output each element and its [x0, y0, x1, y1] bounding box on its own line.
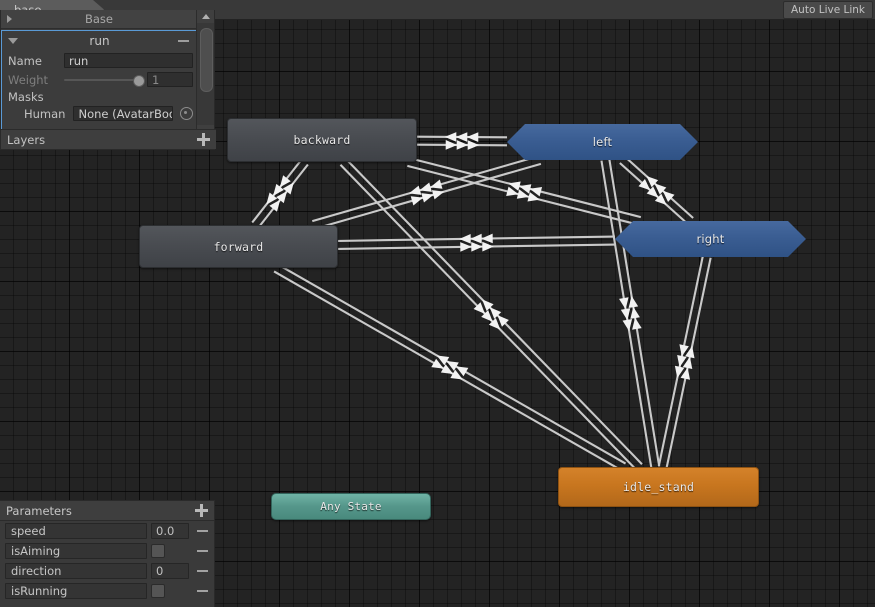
state-node-any_state[interactable]: Any State [271, 493, 431, 520]
triangle-down-icon[interactable] [8, 38, 18, 44]
checkbox-icon[interactable] [151, 544, 165, 558]
state-node-label: backward [293, 133, 351, 147]
remove-parameter-button[interactable] [193, 550, 211, 552]
minus-icon [196, 550, 208, 552]
layer-base-label: Base [84, 12, 113, 26]
transition-arrow-icon [456, 140, 469, 150]
transition-arrow-icon [466, 132, 479, 142]
weight-slider-track [64, 78, 143, 81]
triangle-up-icon [201, 14, 210, 19]
state-node-label: left [592, 135, 613, 149]
remove-parameter-button[interactable] [193, 590, 211, 592]
animator-window: backward left forward right idle_stand Any St… [0, 0, 875, 607]
parameter-name-input[interactable]: speed [5, 523, 147, 539]
state-node-label: idle_stand [622, 480, 695, 494]
transition-arrow-icon [421, 193, 434, 203]
remove-parameter-button[interactable] [193, 530, 211, 532]
transition-arrow-icon [630, 306, 640, 319]
layer-weight-row: Weight 1 [2, 70, 197, 89]
auto-live-link-button[interactable]: Auto Live Link [783, 1, 873, 19]
transition-arrow-icon [628, 295, 639, 308]
layer-name-row: Name run [2, 51, 197, 70]
transition-arrow-icon [459, 233, 471, 244]
state-node-right[interactable]: right [615, 221, 806, 257]
layers-footer: Layers [1, 129, 216, 149]
state-node-label: right [696, 232, 725, 246]
minus-icon [196, 530, 208, 532]
scrollbar-thumb[interactable] [200, 28, 213, 92]
transition-arrow-icon [481, 233, 493, 244]
parameters-title: Parameters [6, 503, 72, 518]
minus-icon [196, 590, 208, 592]
parameter-row: direction 0 [0, 561, 214, 581]
add-layer-button[interactable] [197, 133, 210, 146]
transition-arrow-icon [410, 196, 424, 206]
weight-slider[interactable] [64, 72, 145, 87]
parameter-row: isAiming [0, 541, 214, 561]
layers-footer-label: Layers [7, 132, 46, 147]
state-node-forward[interactable]: forward [139, 225, 338, 268]
triangle-right-icon[interactable] [7, 15, 12, 23]
transition-arrow-icon [620, 308, 631, 321]
transition-arrow-icon [419, 182, 432, 192]
add-parameter-button[interactable] [195, 504, 208, 517]
object-picker-icon[interactable] [180, 107, 193, 120]
state-node-left[interactable]: left [507, 124, 698, 160]
parameters-header: Parameters [0, 501, 214, 521]
layer-human-mask-row: Human None (AvatarBodyM [2, 104, 197, 123]
transition-arrow-icon [467, 140, 480, 150]
transition-arrow-icon [622, 319, 633, 332]
parameter-name-input[interactable]: direction [5, 563, 147, 579]
parameter-bool-toggle[interactable] [151, 543, 189, 559]
layers-panel: Base run Name run Weight 1 Masks Human N… [0, 10, 216, 150]
parameter-bool-toggle[interactable] [151, 583, 189, 599]
name-label: Name [8, 53, 42, 68]
weight-slider-knob[interactable] [133, 74, 145, 87]
parameter-name-input[interactable]: isRunning [5, 583, 147, 599]
parameter-name-input[interactable]: isAiming [5, 543, 147, 559]
parameters-list: speed 0.0 isAiming direction 0 isRunning [0, 521, 214, 601]
scroll-up-button[interactable] [197, 10, 214, 23]
remove-parameter-button[interactable] [193, 570, 211, 572]
transition-arrow-icon [460, 242, 472, 252]
layer-run-title: run [89, 34, 110, 48]
state-node-label: Any State [320, 500, 382, 513]
transition-arrow-icon [482, 241, 494, 252]
layer-name-input[interactable]: run [64, 53, 193, 68]
layer-run-header[interactable]: run [2, 31, 197, 51]
parameter-row: speed 0.0 [0, 521, 214, 541]
layer-row-base[interactable]: Base [1, 10, 197, 29]
transition-arrow-icon [444, 132, 457, 142]
transition-arrow-icon [470, 233, 482, 244]
weight-value-input[interactable]: 1 [147, 72, 193, 87]
human-label: Human [24, 106, 66, 121]
layer-inspector-run: run Name run Weight 1 Masks Human None (… [1, 30, 198, 140]
minus-icon [196, 570, 208, 572]
parameter-value-input[interactable]: 0.0 [151, 523, 189, 539]
state-node-label: forward [213, 239, 264, 254]
transition-arrow-icon [471, 241, 483, 252]
transition-arrow-icon [445, 140, 458, 150]
transition-arrow-icon [431, 190, 445, 200]
parameter-value-input[interactable]: 0 [151, 563, 189, 579]
auto-live-link-label: Auto Live Link [791, 4, 865, 16]
state-node-backward[interactable]: backward [227, 118, 417, 162]
transition-arrow-icon [632, 317, 642, 330]
checkbox-icon[interactable] [151, 584, 165, 598]
layers-scrollbar[interactable] [196, 10, 214, 138]
transition-arrow-icon [430, 179, 443, 189]
state-node-idle_stand[interactable]: idle_stand [558, 467, 759, 507]
parameters-panel: Parameters speed 0.0 isAiming direction 0 isR… [0, 500, 215, 607]
transition-arrow-icon [619, 297, 629, 310]
masks-label: Masks [8, 90, 44, 104]
human-mask-object-field[interactable]: None (AvatarBodyM [73, 106, 173, 121]
transition-arrow-icon [455, 132, 468, 142]
weight-label: Weight [8, 72, 49, 87]
transition-arrow-icon [408, 185, 422, 195]
parameter-row: isRunning [0, 581, 214, 601]
minus-icon[interactable] [178, 40, 189, 42]
